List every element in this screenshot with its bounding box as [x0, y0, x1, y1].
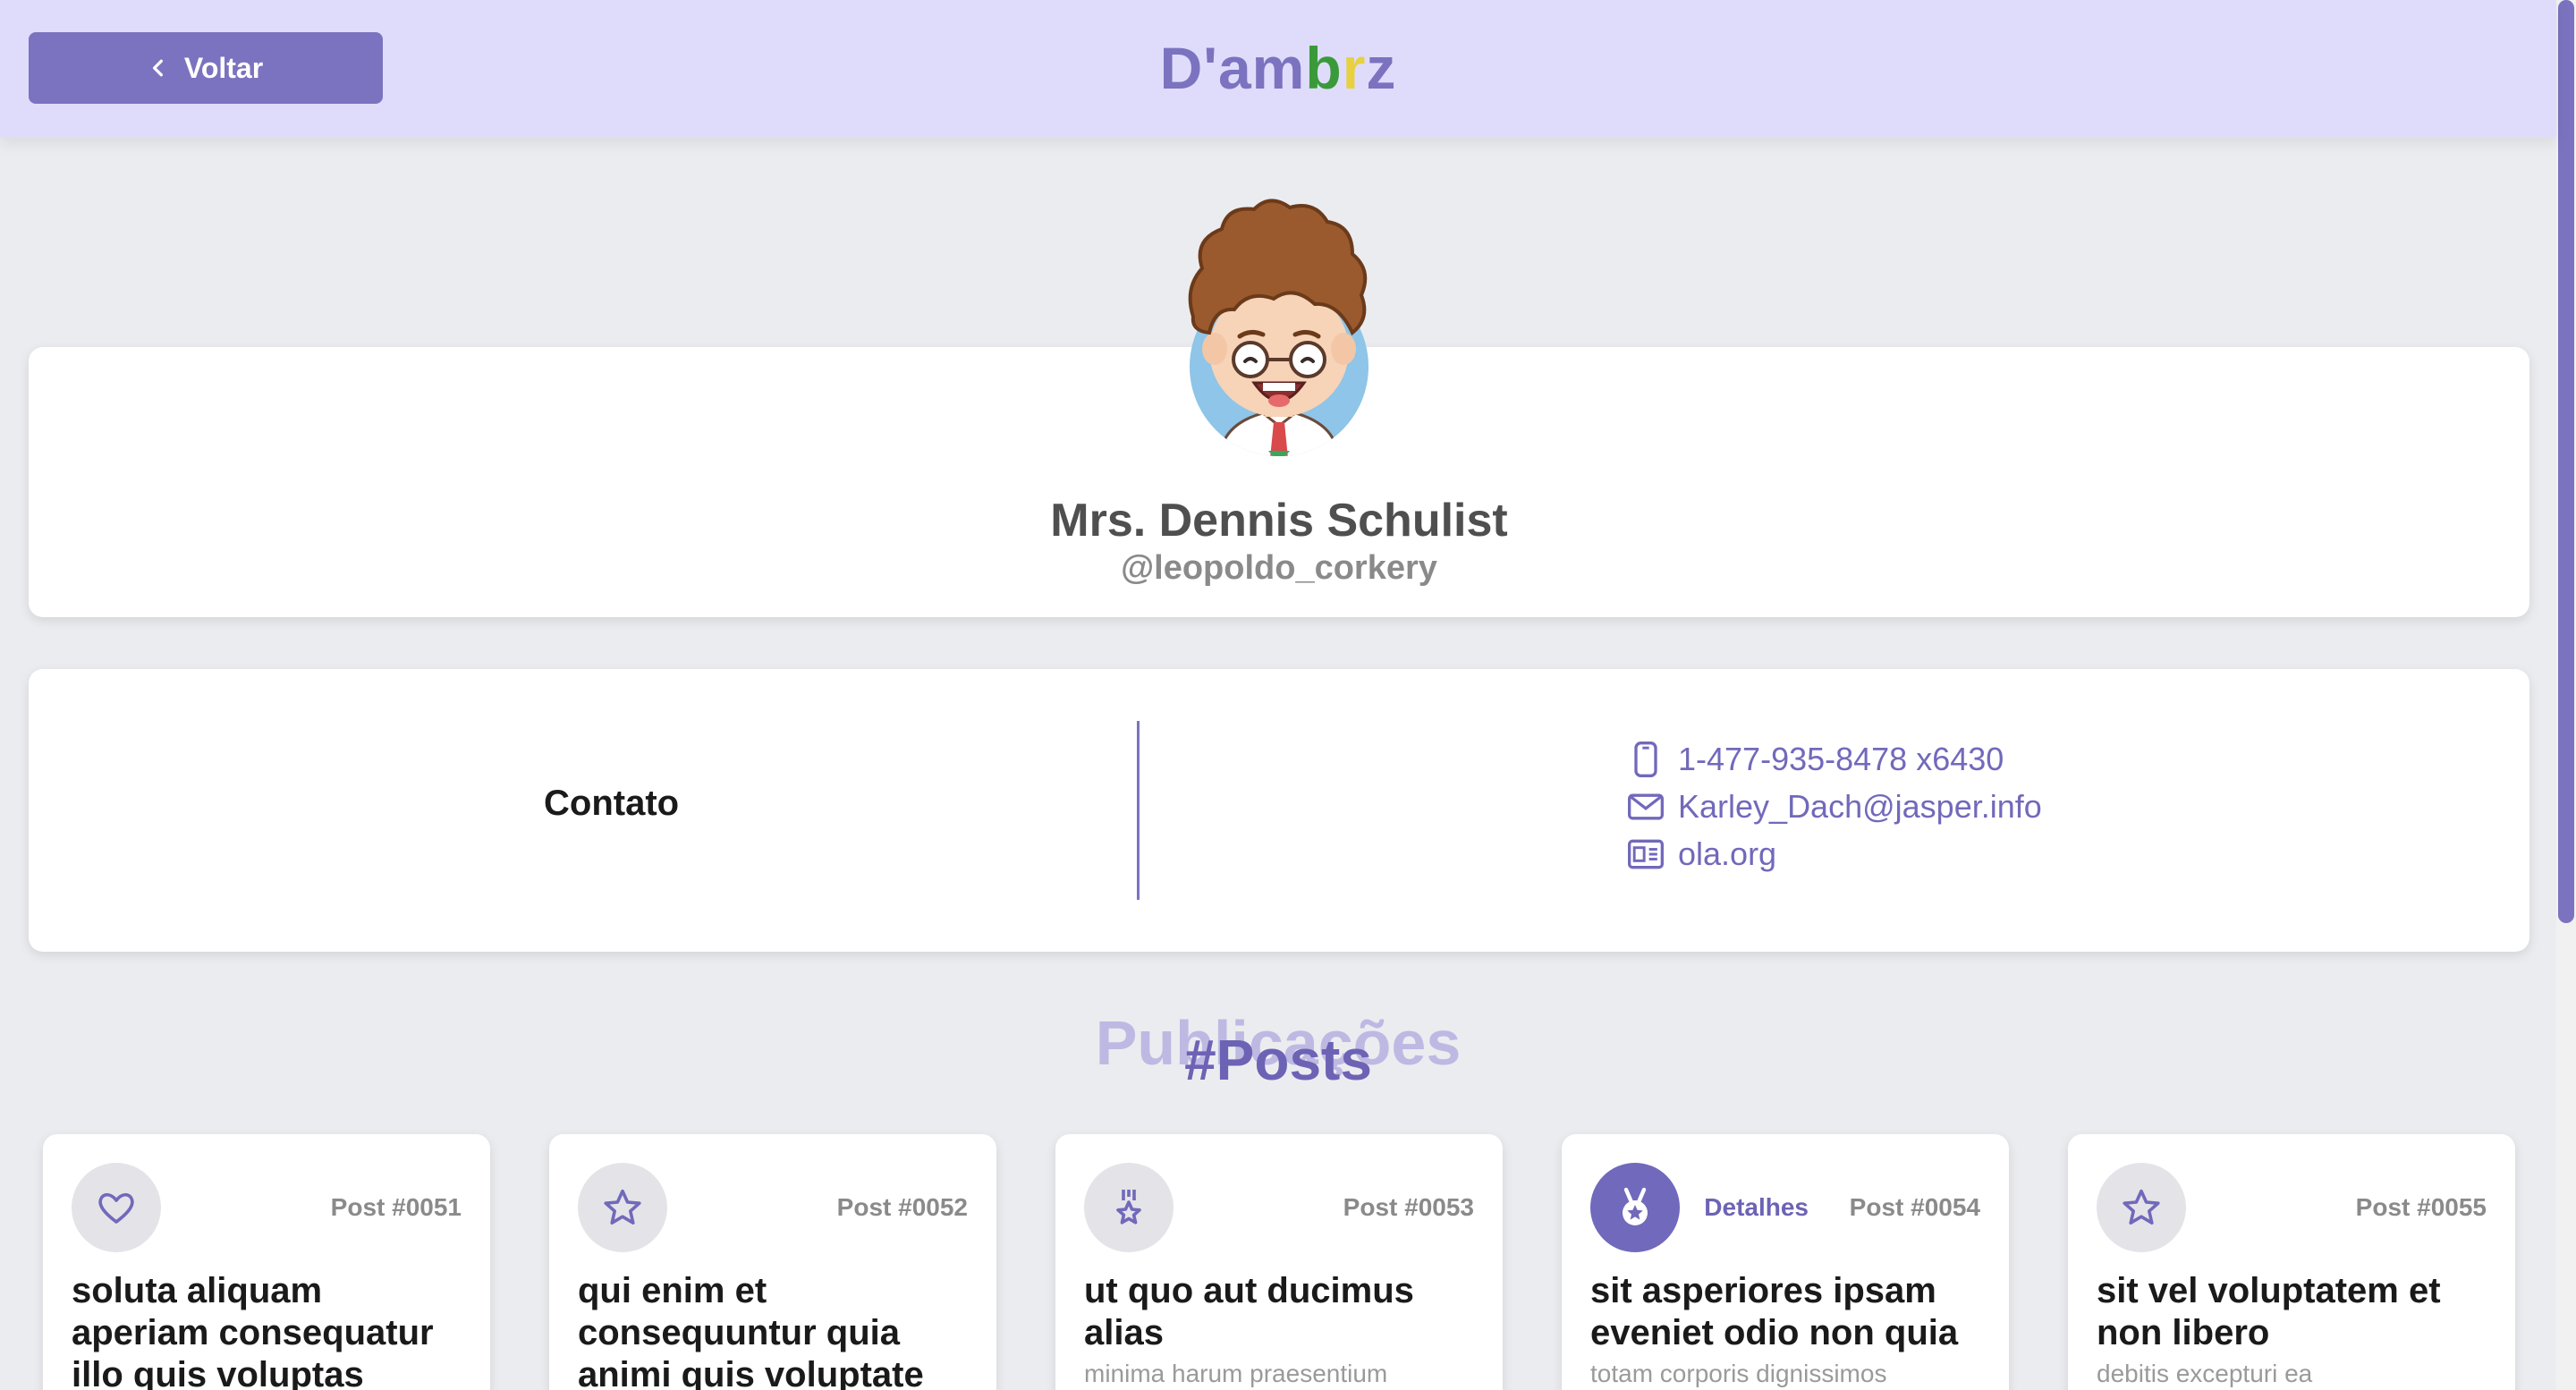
post-number: Post #0051 — [330, 1193, 462, 1221]
post-number: Post #0053 — [1343, 1193, 1474, 1221]
brand-part-2: b — [1305, 35, 1343, 101]
star-icon — [2123, 1189, 2160, 1225]
contact-card: Contato 1-477-935-8478 x6430 Karley_Dach… — [29, 669, 2529, 952]
post-badge[interactable] — [578, 1163, 667, 1252]
post-card[interactable]: Post #0055 sit vel voluptatem et non lib… — [2068, 1134, 2515, 1390]
post-card[interactable]: Post #0052 qui enim et consequuntur quia… — [549, 1134, 996, 1390]
avatar — [1188, 199, 1368, 456]
post-badge[interactable] — [2097, 1163, 2186, 1252]
website-icon — [1628, 839, 1664, 869]
post-card[interactable]: Post #0051 soluta aliquam aperiam conseq… — [43, 1134, 490, 1390]
post-details-link[interactable]: Detalhes — [1704, 1193, 1809, 1222]
scrollbar-track[interactable] — [2556, 0, 2576, 1390]
contact-list: 1-477-935-8478 x6430 Karley_Dach@jasper.… — [1626, 735, 2042, 877]
profile-name: Mrs. Dennis Schulist — [1050, 495, 1508, 547]
section-title: #Posts — [1184, 1028, 1372, 1092]
medal-icon — [1116, 1190, 1141, 1225]
contact-email-value: Karley_Dach@jasper.info — [1678, 787, 2042, 825]
contact-website-value: ola.org — [1678, 835, 1777, 872]
contact-phone[interactable]: 1-477-935-8478 x6430 — [1626, 735, 2042, 783]
medal-badge-icon — [1623, 1187, 1648, 1225]
post-card[interactable]: Post #0053 ut quo aut ducimus alias mini… — [1055, 1134, 1503, 1390]
post-title: soluta aliquam aperiam consequatur illo … — [72, 1271, 434, 1390]
contact-divider — [1137, 721, 1140, 900]
post-body: debitis excepturi ea — [2097, 1360, 2313, 1387]
brand-part-3: r — [1342, 35, 1367, 101]
mail-icon — [1628, 793, 1664, 819]
contact-phone-value: 1-477-935-8478 x6430 — [1678, 740, 2004, 777]
post-title: qui enim et consequuntur quia animi quis… — [578, 1271, 924, 1390]
phone-icon — [1634, 741, 1657, 777]
profile-handle: @leopoldo_corkery — [1121, 549, 1437, 587]
contact-email[interactable]: Karley_Dach@jasper.info — [1626, 783, 2042, 830]
post-card[interactable]: Detalhes Post #0054 sit asperiores ipsam… — [1562, 1134, 2009, 1390]
contact-website[interactable]: ola.org — [1626, 830, 2042, 877]
post-number: Post #0055 — [2355, 1193, 2487, 1221]
post-body: minima harum praesentium — [1084, 1360, 1388, 1387]
heart-icon — [98, 1192, 134, 1224]
post-number: Post #0052 — [836, 1193, 968, 1221]
top-header: Voltar D'ambrz — [0, 0, 2556, 138]
post-badge[interactable] — [1590, 1163, 1680, 1252]
post-badge[interactable] — [72, 1163, 161, 1252]
post-title: sit asperiores ipsam eveniet odio non qu… — [1590, 1271, 1959, 1352]
brand-part-1: D'am — [1159, 35, 1306, 101]
star-icon — [604, 1189, 641, 1225]
contact-title: Contato — [544, 784, 680, 823]
brand-part-4: z — [1366, 35, 1397, 101]
post-badge[interactable] — [1084, 1163, 1174, 1252]
post-title: sit vel voluptatem et non libero — [2097, 1271, 2441, 1352]
post-number: Post #0054 — [1849, 1193, 1980, 1221]
profile-page: Voltar D'ambrz Mrs. Dennis Schulist @leo… — [0, 0, 2576, 1390]
brand-logo[interactable]: D'ambrz — [0, 34, 2556, 102]
post-title: ut quo aut ducimus alias — [1084, 1271, 1414, 1352]
post-body: totam corporis dignissimos — [1590, 1360, 1887, 1387]
scrollbar-thumb[interactable] — [2558, 0, 2574, 923]
